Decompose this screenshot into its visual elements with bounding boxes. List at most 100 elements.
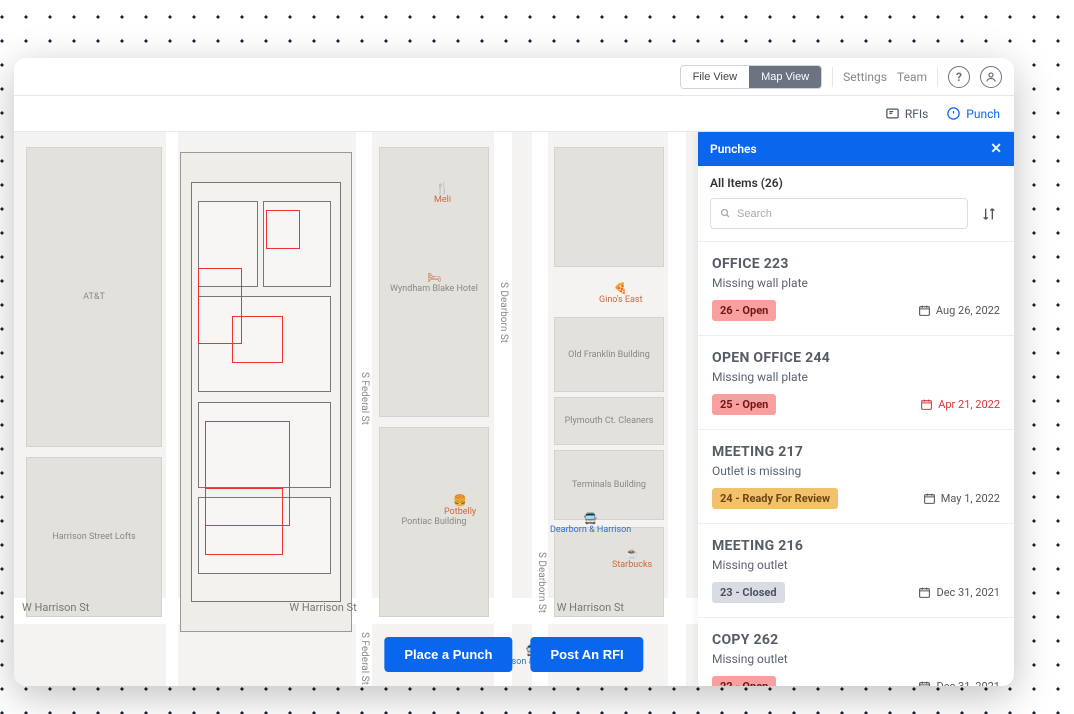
building-plymouth: Plymouth Ct. Cleaners: [554, 397, 664, 445]
street-label: W Harrison St: [557, 601, 624, 614]
road-label-federal: S Federal St: [359, 372, 370, 425]
search-box[interactable]: [710, 198, 968, 229]
main-area: S Federal St S Federal St S Dearborn St …: [14, 132, 1014, 686]
pizza-icon: 🍕: [599, 282, 643, 295]
rfis-tab[interactable]: RFIs: [885, 106, 928, 121]
restaurant-icon: 🍴: [434, 182, 451, 195]
road-label-federal-2: S Federal St: [359, 632, 370, 685]
topbar: File View Map View Settings Team ?: [14, 58, 1014, 96]
building-label: Harrison Street Lofts: [52, 532, 135, 542]
panel-subheader: All Items (26): [698, 166, 1014, 190]
restaurant-icon: 🍔: [444, 494, 476, 507]
calendar-icon: [918, 304, 931, 317]
punch-title: MEETING 217: [712, 444, 1000, 460]
building-label: Wyndham Blake Hotel: [390, 284, 478, 294]
help-icon[interactable]: ?: [948, 66, 970, 88]
search-icon: [719, 204, 731, 223]
poi-label: Potbelly: [444, 507, 476, 518]
building-label: AT&T: [83, 292, 105, 302]
building-old-franklin: Old Franklin Building: [554, 317, 664, 392]
punch-description: Outlet is missing: [712, 464, 1000, 478]
hotel-icon: 🛏: [427, 271, 441, 284]
status-badge: 25 - Open: [712, 394, 776, 415]
building-label: Terminals Building: [572, 480, 646, 490]
punch-item[interactable]: MEETING 216 Missing outlet 23 - Closed Dec …: [698, 524, 1014, 618]
punch-row: 24 - Ready For Review May 1, 2022: [712, 488, 1000, 509]
building-label: Old Franklin Building: [568, 350, 650, 360]
panel-title: Punches: [710, 142, 757, 156]
search-input[interactable]: [737, 208, 959, 220]
divider: [832, 67, 833, 87]
street-label: W Harrison St: [22, 601, 89, 614]
punch-title: COPY 262: [712, 632, 1000, 648]
punch-date: Aug 26, 2022: [918, 304, 1000, 317]
poi-starbucks: ☕ Starbucks: [612, 547, 652, 571]
building-label: Pontiac Building: [402, 517, 467, 527]
poi-label: Meli: [434, 195, 451, 206]
building-att: AT&T: [26, 147, 162, 447]
punch-date: May 1, 2022: [923, 492, 1000, 505]
app-window: File View Map View Settings Team ? RFIs …: [14, 58, 1014, 686]
transit-icon: 🚍: [550, 512, 631, 525]
subbar: RFIs Punch: [14, 96, 1014, 132]
punch-item[interactable]: COPY 262 Missing outlet 22 - Open Dec 31, 2…: [698, 618, 1014, 686]
account-icon[interactable]: [980, 66, 1002, 88]
punch-description: Missing outlet: [712, 652, 1000, 666]
punch-item[interactable]: OPEN OFFICE 244Missing wall plate25 - Op…: [698, 336, 1014, 430]
building-label: Plymouth Ct. Cleaners: [565, 416, 654, 426]
street-label: W Harrison St: [289, 601, 356, 614]
punch-date: Dec 31, 2021: [918, 586, 1000, 599]
transit-dearborn-harrison: 🚍 Dearborn & Harrison: [550, 512, 631, 536]
transit-label: Dearborn & Harrison: [550, 525, 631, 536]
punch-row: 26 - Open Aug 26, 2022: [712, 300, 1000, 321]
building-harrison-lofts: Harrison Street Lofts: [26, 457, 162, 617]
post-rfi-button[interactable]: Post An RFI: [530, 637, 643, 672]
poi-label: Gino's East: [599, 295, 643, 306]
close-icon[interactable]: ✕: [990, 141, 1002, 157]
punch-row: 25 - Open Apr 21, 2022: [712, 394, 1000, 415]
punch-item[interactable]: MEETING 217 Outlet is missing 24 - Ready F…: [698, 430, 1014, 524]
status-badge: 22 - Open: [712, 676, 776, 686]
punch-date: Dec 31, 2021: [918, 680, 1000, 686]
place-punch-button[interactable]: Place a Punch: [384, 637, 512, 672]
status-badge: 24 - Ready For Review: [712, 488, 838, 509]
building-pontiac: Pontiac Building: [379, 427, 489, 617]
building-block: [554, 147, 664, 267]
road-label-dearborn: S Dearborn St: [498, 282, 509, 343]
calendar-icon: [920, 398, 933, 411]
team-link[interactable]: Team: [897, 70, 927, 84]
punch-tab[interactable]: Punch: [946, 106, 1000, 121]
punches-panel: Punches ✕ All Items (26) OFFICE 223Missi…: [698, 132, 1014, 686]
punch-label: Punch: [966, 107, 1000, 121]
punch-description: Missing wall plate: [712, 370, 1000, 384]
poi-meli: 🍴 Meli: [434, 182, 451, 206]
view-toggle: File View Map View: [680, 65, 823, 89]
poi-label: Starbucks: [612, 560, 652, 571]
punch-description: Missing outlet: [712, 558, 1000, 572]
divider: [937, 67, 938, 87]
status-badge: 23 - Closed: [712, 582, 785, 603]
poi-potbelly: 🍔 Potbelly: [444, 494, 476, 518]
calendar-icon: [918, 680, 931, 686]
status-badge: 26 - Open: [712, 300, 776, 321]
rfis-label: RFIs: [905, 107, 928, 121]
punch-item[interactable]: OFFICE 223Missing wall plate26 - OpenAug…: [698, 242, 1014, 336]
panel-header: Punches ✕: [698, 132, 1014, 166]
punch-date: Apr 21, 2022: [920, 398, 1000, 411]
punch-list[interactable]: OFFICE 223Missing wall plate26 - OpenAug…: [698, 242, 1014, 686]
calendar-icon: [923, 492, 936, 505]
map-view-button[interactable]: Map View: [749, 66, 821, 88]
rfi-icon: [885, 106, 900, 121]
settings-link[interactable]: Settings: [843, 70, 887, 84]
floorplan-overlay[interactable]: [180, 152, 352, 632]
file-view-button[interactable]: File View: [681, 66, 749, 88]
punch-title: MEETING 216: [712, 538, 1000, 554]
action-buttons: Place a Punch Post An RFI: [384, 637, 643, 672]
punch-description: Missing wall plate: [712, 276, 1000, 290]
coffee-icon: ☕: [612, 547, 652, 560]
punch-row: 23 - Closed Dec 31, 2021: [712, 582, 1000, 603]
sort-button[interactable]: [976, 198, 1002, 229]
poi-ginos: 🍕 Gino's East: [599, 282, 643, 306]
punch-row: 22 - Open Dec 31, 2021: [712, 676, 1000, 686]
building-terminals: Terminals Building: [554, 450, 664, 520]
